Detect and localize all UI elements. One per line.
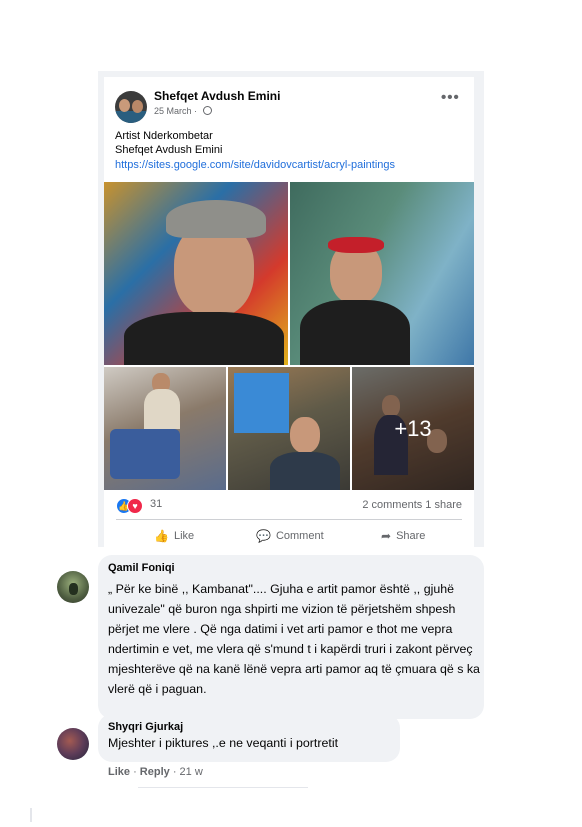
comment-age[interactable]: 21 w — [180, 766, 203, 778]
thumbs-up-icon: 👍 — [154, 529, 169, 543]
facebook-post: Shefqet Avdush Emini 25 March · ••• Arti… — [98, 71, 484, 547]
comment-reply-link[interactable]: Reply — [140, 766, 170, 778]
like-button[interactable]: 👍 Like — [154, 529, 194, 543]
more-photos-count[interactable]: +13 — [352, 367, 474, 490]
comment-icon: 💬 — [256, 529, 271, 543]
photo-grid: +13 — [104, 182, 474, 490]
comment-label: Comment — [275, 530, 324, 542]
comment-text-1: „ Për ke binë ,, Kambanat".... Gjuha e a… — [108, 582, 480, 696]
post-author-name[interactable]: Shefqet Avdush Emini — [154, 89, 280, 103]
photo-2[interactable] — [290, 182, 474, 365]
commenter-avatar-2[interactable] — [57, 728, 89, 760]
globe-icon — [202, 106, 212, 115]
share-label: Share — [396, 530, 426, 542]
post-date-text[interactable]: 25 March — [154, 106, 192, 116]
like-label: Like — [173, 530, 195, 542]
commenter-name-1[interactable]: Qamil Foniqi — [108, 562, 175, 574]
divider — [138, 787, 308, 788]
comments-shares-count[interactable]: 2 comments 1 share — [362, 499, 462, 511]
share-icon: ➦ — [381, 529, 392, 543]
photo-1[interactable] — [104, 182, 288, 365]
post-date[interactable]: 25 March · — [154, 106, 212, 116]
comment-actions: Like · Reply · 21 w — [108, 766, 203, 778]
comment-bubble-1: Qamil Foniqi „ Për ke binë ,, Kambanat".… — [98, 555, 484, 719]
commenter-name-2[interactable]: Shyqri Gjurkaj — [108, 721, 183, 733]
comment-like-link[interactable]: Like — [108, 766, 130, 778]
post-link[interactable]: https://sites.google.com/site/davidovcar… — [115, 159, 395, 171]
comment-bubble-2: Shyqri Gjurkaj Mjeshter i piktures ,.e n… — [98, 714, 400, 762]
divider — [116, 519, 462, 520]
post-card: Shefqet Avdush Emini 25 March · ••• Arti… — [104, 77, 474, 547]
photo-3[interactable] — [104, 367, 226, 490]
photo-4[interactable] — [228, 367, 350, 490]
love-reaction-icon: ♥ — [127, 498, 143, 514]
more-options-icon[interactable]: ••• — [441, 89, 460, 106]
post-text: Artist Nderkombetar Shefqet Avdush Emini — [115, 129, 222, 157]
comment-button[interactable]: 💬 Comment — [256, 529, 324, 543]
reaction-count[interactable]: 31 — [150, 498, 162, 510]
commenter-avatar-1[interactable] — [57, 571, 89, 603]
post-text-line-1: Artist Nderkombetar — [115, 130, 213, 142]
share-button[interactable]: ➦ Share — [381, 529, 425, 543]
post-text-line-2: Shefqet Avdush Emini — [115, 144, 223, 156]
photo-5-more[interactable]: +13 — [352, 367, 474, 490]
author-avatar[interactable] — [115, 91, 147, 123]
divider — [30, 808, 32, 822]
comment-text-2: Mjeshter i piktures ,.e ne veqanti i por… — [108, 736, 339, 750]
